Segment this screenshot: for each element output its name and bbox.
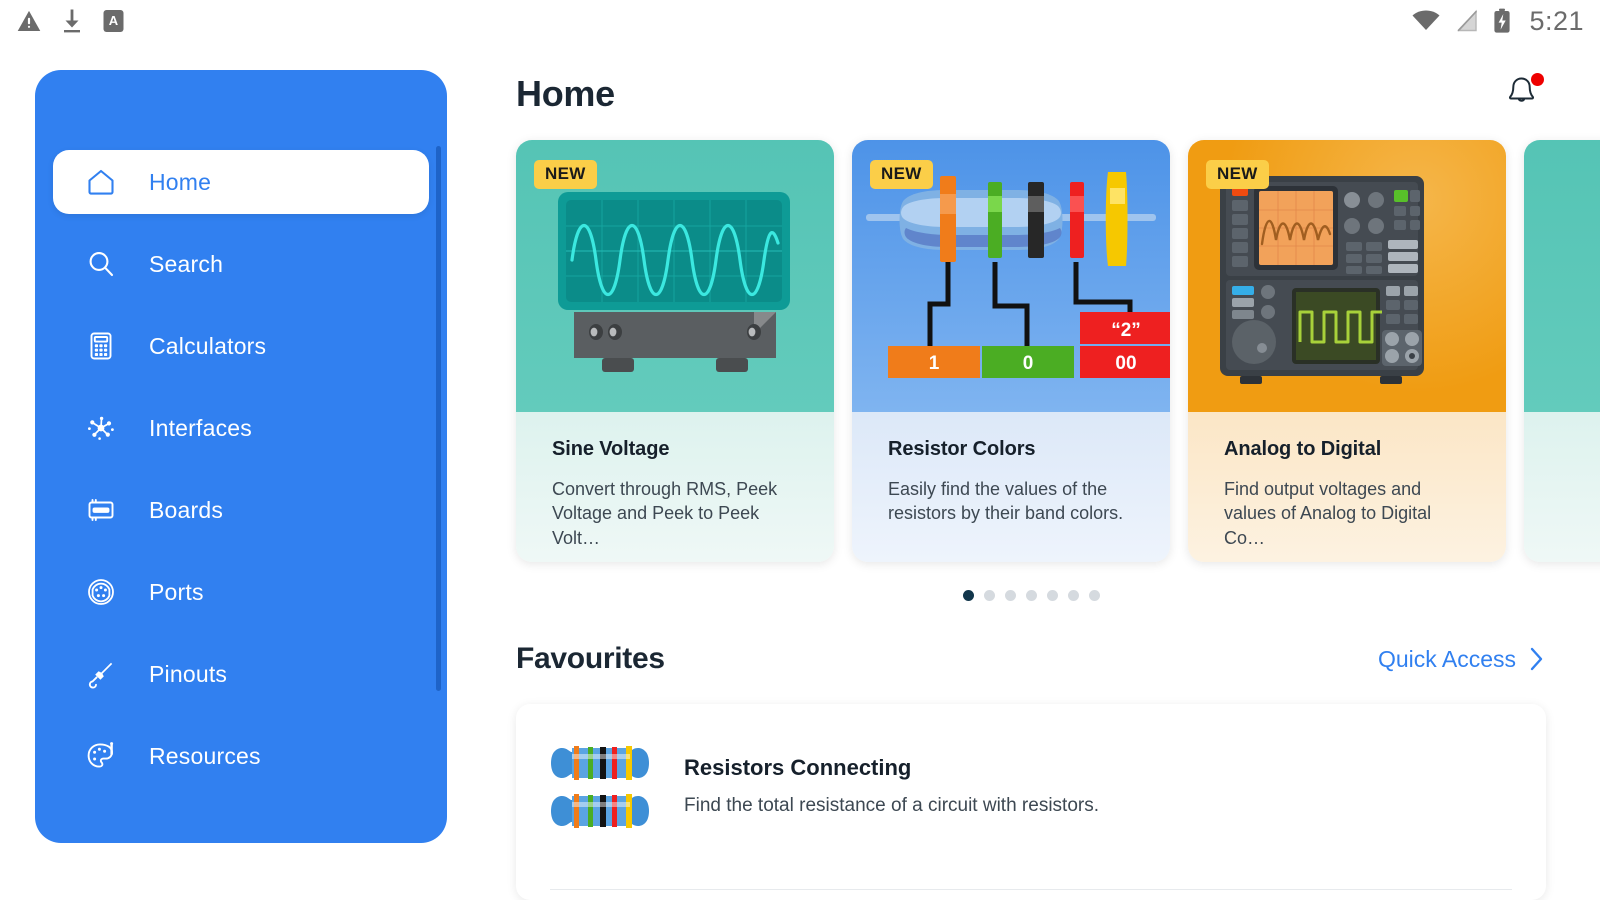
app-a-icon: A [103,10,124,32]
sidebar-item-calculators[interactable]: Calculators [53,314,429,378]
favourite-item-resistors-connecting[interactable]: Resistors Connecting Find the total resi… [516,704,1546,834]
chevron-right-icon [1530,647,1543,671]
favourites-title: Favourites [516,642,665,675]
sidebar-item-label: Calculators [149,332,267,359]
card-text: Resistor Colors Easily find the values o… [852,412,1170,562]
new-badge: NEW [870,160,933,189]
sidebar-scrollbar[interactable] [436,146,441,691]
card-description: Convert through RMS, Peek Voltage and Pe… [552,479,778,548]
carousel-dot[interactable] [1046,590,1058,601]
favourites-divider [550,889,1512,890]
svg-text:A: A [109,13,119,28]
favourite-item-title: Resistors Connecting [684,755,912,780]
carousel-card-next-partial[interactable] [1524,140,1600,562]
carousel-dot[interactable] [983,590,995,601]
feature-carousel[interactable]: NEW Sine Voltage Convert through RMS, Pe… [516,140,1600,568]
port-icon [83,574,119,610]
card-title: Sine Voltage [552,438,670,460]
jack-icon [83,656,119,692]
carousel-dot[interactable] [962,590,974,601]
sidebar-item-label: Ports [149,578,204,605]
card-description: Find output voltages and values of Analo… [1224,479,1432,548]
palette-icon [83,738,119,774]
carousel-card-analog-to-digital[interactable]: NEW Analog to Digital Find output voltag… [1188,140,1506,562]
page-header: Home [516,64,1546,124]
sidebar-item-label: Boards [149,496,224,523]
favourite-item-description: Find the total resistance of a circuit w… [684,795,1099,816]
card-description: Easily find the values of the resistors … [888,479,1124,524]
calculator-icon [83,328,119,364]
home-icon [83,164,119,200]
card-artwork: NEW [1188,140,1506,412]
warning-triangle-icon [17,10,41,31]
sidebar-item-home[interactable]: Home [53,150,429,214]
card-title: Resistor Colors [888,438,1036,460]
new-badge: NEW [534,160,597,189]
status-bar-left-icons: A [16,8,125,34]
notification-badge [1531,73,1544,86]
svg-text:1: 1 [929,353,940,374]
board-icon [83,492,119,528]
sidebar-item-ports[interactable]: Ports [53,560,429,624]
sidebar-item-label: Resources [149,742,261,769]
card-artwork: NEW [516,140,834,412]
sidebar-nav: Home Search Calculators Interfaces Board… [35,150,447,806]
sidebar-item-boards[interactable]: Boards [53,478,429,542]
resistors-pair-icon [550,738,654,834]
status-bar: A 5:21 [0,0,1600,42]
status-bar-right-icons: 5:21 [1411,6,1584,37]
main-content: Home NEW Sine Voltage Convert through RM… [462,42,1600,900]
carousel-dot[interactable] [1004,590,1016,601]
quick-access-link[interactable]: Quick Access [1378,645,1546,673]
notifications-button[interactable] [1502,72,1546,116]
signal-off-icon [1457,9,1478,32]
svg-text:“2”: “2” [1111,320,1141,341]
carousel-dot[interactable] [1025,590,1037,601]
favourites-header: Favourites Quick Access [516,642,1546,676]
carousel-card-sine-voltage[interactable]: NEW Sine Voltage Convert through RMS, Pe… [516,140,834,562]
network-icon [83,410,119,446]
sidebar-item-resources[interactable]: Resources [53,724,429,788]
search-icon [83,246,119,282]
carousel-dot[interactable] [1088,590,1100,601]
quick-access-label: Quick Access [1377,645,1516,672]
svg-text:00: 00 [1115,353,1136,374]
page-title: Home [516,73,615,114]
svg-text:0: 0 [1023,353,1034,374]
sidebar-item-search[interactable]: Search [53,232,429,296]
wifi-icon [1412,10,1440,30]
card-title: Analog to Digital [1224,438,1382,460]
carousel-card-resistor-colors[interactable]: NEW 1 0 “2” 00 Resistor Colors Easily fi… [852,140,1170,562]
sidebar-item-label: Interfaces [149,414,252,441]
card-artwork: NEW [852,140,1170,412]
sidebar-item-label: Home [149,168,212,195]
favourite-item-text: Resistors Connecting Find the total resi… [684,755,1099,817]
sidebar-item-pinouts[interactable]: Pinouts [53,642,429,706]
card-artwork [1524,140,1600,412]
new-badge: NEW [1206,160,1269,189]
carousel-dot[interactable] [1067,590,1079,601]
card-text: Analog to Digital Find output voltages a… [1188,412,1506,562]
sidebar-item-interfaces[interactable]: Interfaces [53,396,429,460]
sidebar: Home Search Calculators Interfaces Board… [35,70,447,843]
card-text: Sine Voltage Convert through RMS, Peek V… [516,412,834,562]
sidebar-item-label: Search [149,250,224,277]
sidebar-item-label: Pinouts [149,660,228,687]
favourites-card: Resistors Connecting Find the total resi… [516,704,1546,900]
status-bar-clock: 5:21 [1529,5,1584,36]
battery-charging-icon [1494,8,1511,33]
download-icon [64,9,80,33]
carousel-pagination[interactable] [516,590,1546,601]
card-text [1524,412,1600,562]
